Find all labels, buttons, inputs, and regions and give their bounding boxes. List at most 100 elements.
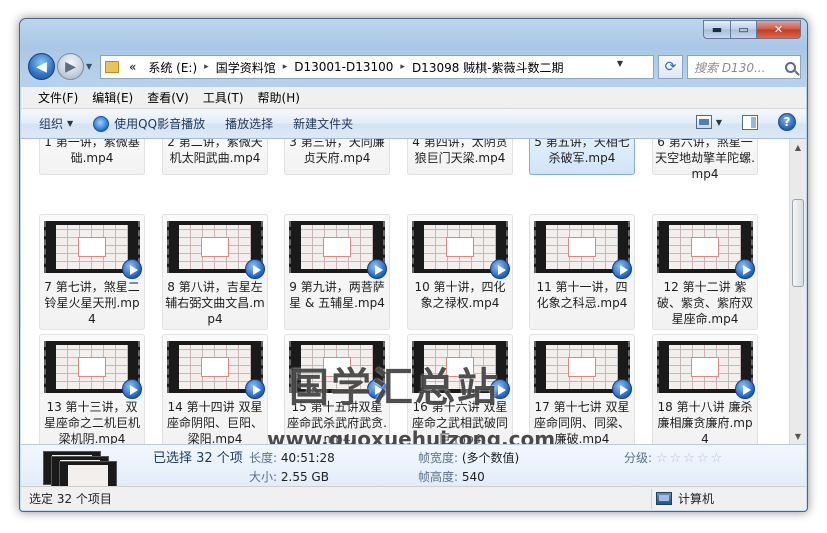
file-name: 13 第十三讲，双星座命之二机巨机梁机阴.mp4 [43, 400, 140, 444]
rating-field: 分级: ☆☆☆☆☆ [624, 451, 725, 466]
computer-icon [656, 492, 672, 505]
frame-height-field: 帧高度: 540 [418, 470, 485, 484]
menu-edit[interactable]: 编辑(E) [85, 89, 140, 106]
file-tile[interactable]: 9 第九讲，两菩萨星 & 五辅星.mp4 [284, 214, 390, 330]
folder-icon [105, 61, 119, 73]
file-name: 18 第十八讲 廉杀廉相廉贪廉府.mp4 [657, 400, 753, 444]
qq-video-file-icon [122, 379, 142, 399]
file-tile[interactable]: 3 第三讲，天同廉贞天府.mp4 [284, 139, 390, 175]
file-tile[interactable]: 2 第二讲，紫微天机太阳武曲.mp4 [162, 139, 268, 175]
file-tile[interactable]: 12 第十二讲 紫破、紫贪、紫府双星座命.mp4 [652, 214, 758, 330]
search-input[interactable]: 搜索 D130... [687, 55, 801, 79]
menu-file[interactable]: 文件(F) [31, 89, 85, 106]
frame-width-field: 帧宽度: (多个数值) [418, 451, 520, 465]
file-view[interactable]: 1 第一讲，紫微基础.mp4 2 第二讲，紫微天机太阳武曲.mp4 3 第三讲，天同… [21, 139, 806, 444]
file-tile[interactable]: 7 第七讲，煞星二铃星火星天刑.mp4 [39, 214, 145, 330]
address-bar[interactable]: « 系统 (E:) ▸ 国学资料馆 ▸ D13001-D13100 ▸ D130… [100, 55, 654, 79]
scroll-down-icon[interactable]: ▼ [790, 428, 806, 444]
new-folder-button[interactable]: 新建文件夹 [283, 115, 363, 132]
menu-tools[interactable]: 工具(T) [196, 89, 251, 106]
qq-video-file-icon [490, 259, 510, 279]
maximize-button[interactable]: ▭ [730, 20, 757, 39]
file-name: 2 第二讲，紫微天机太阳武曲.mp4 [167, 139, 263, 165]
caption-buttons: ▬ ▭ ✕ [703, 20, 801, 39]
qq-video-file-icon [612, 259, 632, 279]
file-name: 14 第十四讲 双星座命阴阳、巨阳、梁阳.mp4 [166, 400, 263, 444]
back-button[interactable]: ◀ [28, 53, 55, 80]
address-dropdown[interactable]: ▼ [617, 59, 623, 68]
qq-video-file-icon [735, 379, 755, 399]
breadcrumb-overflow[interactable]: « [123, 60, 142, 74]
file-name: 4 第四讲，太阴贪狼巨门天梁.mp4 [412, 139, 508, 165]
breadcrumb-range[interactable]: D13001-D13100 [288, 60, 399, 74]
scroll-up-icon[interactable]: ▲ [790, 139, 806, 155]
file-name: 7 第七讲，煞星二铃星火星天刑.mp4 [44, 280, 140, 326]
organize-label: 组织 [39, 117, 64, 131]
change-view-icon[interactable] [695, 115, 712, 129]
file-name: 12 第十二讲 紫破、紫贪、紫府双星座命.mp4 [656, 280, 753, 326]
qq-video-file-icon [735, 259, 755, 279]
rating-stars[interactable]: ☆☆☆☆☆ [656, 451, 724, 466]
file-name: 11 第十一讲，四化象之科忌.mp4 [536, 280, 628, 310]
search-icon[interactable] [785, 61, 796, 73]
qq-video-file-icon [245, 379, 265, 399]
selection-count: 已选择 32 个项 [153, 451, 243, 466]
file-tile[interactable]: 10 第十讲，四化象之禄权.mp4 [407, 214, 513, 330]
minimize-button[interactable]: ▬ [703, 20, 730, 39]
file-tile[interactable]: 18 第十八讲 廉杀廉相廉贪廉府.mp4 [652, 334, 758, 444]
help-icon[interactable]: ? [778, 113, 796, 131]
explorer-window: ▬ ▭ ✕ ◀ ▶ ▼ « 系统 (E:) ▸ 国学资料馆 ▸ D13001-D… [19, 18, 808, 512]
file-name: 1 第一讲，紫微基础.mp4 [44, 139, 140, 165]
status-zone: 计算机 [651, 488, 715, 509]
new-folder-label: 新建文件夹 [293, 117, 354, 131]
qq-video-file-icon [122, 259, 142, 279]
file-tile[interactable]: 6 第六讲，煞星一天空地劫擎羊陀螺.mp4 [652, 139, 758, 181]
command-bar: 组织 ▼ 使用QQ影音播放 播放选择 新建文件夹 ▼ ? [21, 109, 806, 139]
play-qq-button[interactable]: 使用QQ影音播放 [83, 115, 215, 132]
status-computer-text: 计算机 [678, 492, 715, 506]
qq-video-file-icon [367, 259, 387, 279]
view-dropdown-icon[interactable]: ▼ [716, 118, 722, 127]
play-qq-label: 使用QQ影音播放 [114, 117, 206, 131]
command-bar-right: ▼ ? [695, 113, 796, 131]
navigation-row: ◀ ▶ ▼ « 系统 (E:) ▸ 国学资料馆 ▸ D13001-D13100 … [28, 53, 801, 81]
file-name: 8 第八讲，吉星左辅右弼文曲文昌.mp4 [165, 280, 265, 326]
file-tile[interactable]: 14 第十四讲 双星座命阴阳、巨阳、梁阳.mp4 [162, 334, 268, 444]
file-tile[interactable]: 13 第十三讲，双星座命之二机巨机梁机阴.mp4 [39, 334, 145, 444]
menu-view[interactable]: 查看(V) [140, 89, 196, 106]
menu-bar: 文件(F) 编辑(E) 查看(V) 工具(T) 帮助(H) [21, 87, 806, 109]
scrollbar-thumb[interactable] [792, 199, 804, 287]
file-tile[interactable]: 4 第四讲，太阴贪狼巨门天梁.mp4 [407, 139, 513, 175]
organize-button[interactable]: 组织 ▼ [29, 115, 83, 132]
file-name: 6 第六讲，煞星一天空地劫擎羊陀螺.mp4 [655, 139, 755, 181]
file-tile[interactable]: 11 第十一讲，四化象之科忌.mp4 [529, 214, 635, 330]
file-tile[interactable]: 5 第五讲，天相七杀破军.mp4 [529, 139, 635, 175]
close-button[interactable]: ✕ [757, 20, 801, 39]
menu-help[interactable]: 帮助(H) [251, 89, 307, 106]
breadcrumb-library[interactable]: 国学资料馆 [210, 59, 282, 76]
watermark-text: 国学汇总站 [289, 365, 499, 411]
preview-pane-icon[interactable] [742, 114, 758, 130]
play-selection-label: 播放选择 [225, 117, 274, 131]
refresh-button[interactable]: ⟳ [658, 55, 683, 79]
forward-button[interactable]: ▶ [57, 53, 84, 80]
recent-pages-dropdown[interactable]: ▼ [86, 62, 92, 71]
length-field: 长度: 40:51:28 [249, 451, 335, 465]
file-name: 10 第十讲，四化象之禄权.mp4 [414, 280, 506, 310]
status-bar: 选定 32 个项目 计算机 [21, 486, 806, 510]
qq-video-file-icon [245, 259, 265, 279]
breadcrumb-drive[interactable]: 系统 (E:) [142, 59, 203, 76]
size-field: 大小: 2.55 GB [249, 470, 329, 484]
qq-video-file-icon [612, 379, 632, 399]
vertical-scrollbar[interactable]: ▲ ▼ [789, 139, 806, 444]
qq-player-icon [93, 115, 110, 132]
watermark-url: www.guoxuehuizong.com [267, 427, 556, 444]
search-placeholder: 搜索 D130... [694, 60, 766, 75]
file-tile[interactable]: 8 第八讲，吉星左辅右弼文曲文昌.mp4 [162, 214, 268, 330]
file-tile[interactable]: 1 第一讲，紫微基础.mp4 [39, 139, 145, 175]
status-selection-text: 选定 32 个项目 [29, 492, 112, 506]
play-selection-button[interactable]: 播放选择 [215, 115, 283, 132]
file-name: 5 第五讲，天相七杀破军.mp4 [534, 139, 630, 165]
chevron-down-icon: ▼ [67, 119, 74, 128]
breadcrumb-current[interactable]: D13098 贼棋-紫薇斗数二期 [406, 59, 570, 76]
